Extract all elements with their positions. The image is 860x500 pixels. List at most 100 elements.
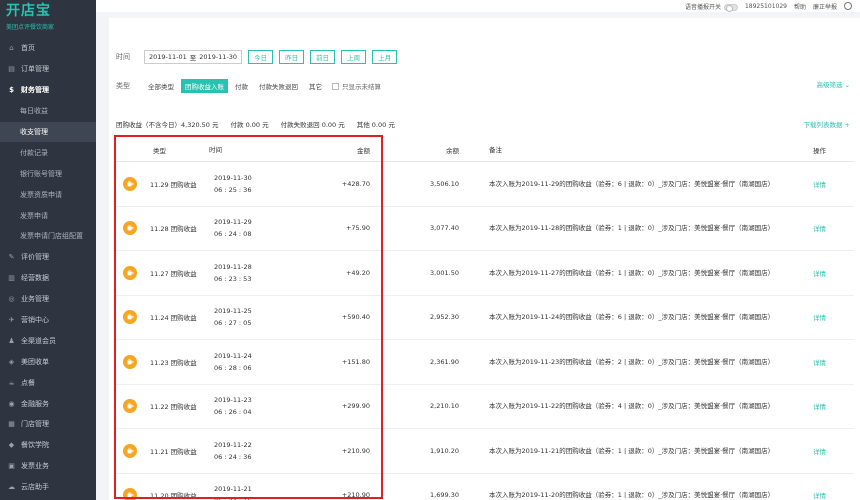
row-time: 2019-11-23 06 : 26 : 04 <box>204 394 309 418</box>
row-detail-link[interactable]: 详情 <box>774 179 854 189</box>
sidebar-item-financial-service[interactable]: ◉ 金融服务 <box>0 393 96 414</box>
header-time: 时间 <box>209 145 222 154</box>
row-type: 11.20 团购收益 <box>150 492 197 500</box>
sidebar-subitem[interactable]: 发票申请门店组配置 <box>0 226 96 247</box>
marketing-icon: ✈ <box>8 316 15 325</box>
row-balance: 2,952.30 <box>430 313 459 322</box>
row-note: 本次入账为2019-11-22的团购收益（验券：4 | 退款：0）_涉及门店：美… <box>489 402 775 411</box>
detail-link-text[interactable]: 详情 <box>813 314 826 322</box>
coffee-cup-icon <box>123 488 137 500</box>
date-range-picker[interactable]: 2019-11-01 至 2019-11-30 <box>144 50 243 64</box>
quick-date-button[interactable]: 前日 <box>310 50 336 64</box>
row-detail-link[interactable]: 详情 <box>774 357 854 367</box>
type-option[interactable]: 全部类型 <box>144 79 178 93</box>
account-phone[interactable]: 18925101029 <box>745 3 787 10</box>
summary-bar: 团购收益（不含今日）4,320.50 元 付款 0.00 元 付款失败退回 0.… <box>116 119 395 129</box>
row-detail-link[interactable]: 详情 <box>774 401 854 411</box>
detail-link-text[interactable]: 详情 <box>813 448 826 456</box>
avatar[interactable] <box>844 2 852 10</box>
sidebar-item-cloud[interactable]: ☁ 云店助手 <box>0 477 96 498</box>
logo[interactable]: 开店宝 <box>6 3 96 19</box>
sidebar-item-ordering[interactable]: ☕ 点餐 <box>0 372 96 393</box>
sidebar-item-order[interactable]: ▤ 订单管理 <box>0 59 96 80</box>
sidebar-item-invoice[interactable]: ▣ 发票业务 <box>0 456 96 477</box>
sidebar-item-label: 全渠道会员 <box>21 336 56 345</box>
summary-other: 其他 0.00 元 <box>356 121 395 129</box>
row-amount: +49.20 <box>345 268 370 277</box>
sidebar-item-academy[interactable]: ◆ 餐饮学院 <box>0 435 96 456</box>
sidebar-item-business[interactable]: ◎ 业务管理 <box>0 289 96 310</box>
coffee-cup-icon <box>123 221 137 236</box>
row-icon-cell <box>116 310 144 325</box>
sidebar-subitem[interactable]: 每日收益 <box>0 101 96 122</box>
detail-link-text[interactable]: 详情 <box>813 270 826 278</box>
only-unsettled-checkbox[interactable]: 只显示未结算 <box>332 81 381 91</box>
row-time: 2019-11-30 06 : 25 : 36 <box>204 172 309 196</box>
main-panel: 时间 2019-11-01 至 2019-11-30 今日 昨日 前日 上周 上月 类型… <box>109 18 860 500</box>
sidebar-item-label: 餐饮学院 <box>21 441 49 450</box>
row-date: 2019-11-21 <box>214 485 252 494</box>
sidebar-item-label: 评价管理 <box>21 253 49 262</box>
row-clock: 06 : 23 : 53 <box>214 274 252 283</box>
row-balance: 1,699.30 <box>430 491 459 500</box>
detail-link-text[interactable]: 详情 <box>813 492 826 500</box>
row-detail-link[interactable]: 详情 <box>774 446 854 456</box>
sidebar-item-data[interactable]: ▥ 经营数据 <box>0 268 96 289</box>
report-link[interactable]: 廉正举报 <box>813 2 837 11</box>
sidebar-item-home[interactable]: ⌂ 首页 <box>0 38 96 59</box>
sidebar-item-finance[interactable]: $ 财务管理 <box>0 80 96 101</box>
sidebar-item-acquiring[interactable]: ◈ 美团收单 <box>0 351 96 372</box>
checkbox-box[interactable] <box>332 82 339 90</box>
download-list-link[interactable]: 下载列表数据 + <box>803 119 850 129</box>
help-link[interactable]: 帮助 <box>794 2 806 11</box>
type-option[interactable]: 付款 <box>231 79 252 93</box>
sidebar-item-review[interactable]: ✎ 评价管理 <box>0 247 96 268</box>
detail-link-text[interactable]: 详情 <box>813 225 826 233</box>
row-note: 本次入账为2019-11-23的团购收益（验券：2 | 退款：0）_涉及门店：美… <box>489 357 775 366</box>
advanced-filter-link[interactable]: 高级筛选 ⌄ <box>816 79 850 89</box>
summary-payment: 付款 0.00 元 <box>230 121 269 129</box>
time-label: 时间 <box>116 53 130 61</box>
sidebar-item-marketing[interactable]: ✈ 营销中心 <box>0 310 96 331</box>
detail-link-text[interactable]: 详情 <box>813 359 826 367</box>
sidebar-item-label: 首页 <box>21 44 35 53</box>
sidebar-item-store[interactable]: ▦ 门店管理 <box>0 414 96 435</box>
type-filter: 类型 全部类型 团购收益入账 付款 付款失败退回 其它 只显示未结算 <box>116 79 381 93</box>
row-type: 11.22 团购收益 <box>150 403 197 412</box>
row-detail-link[interactable]: 详情 <box>774 223 854 233</box>
quick-date-button[interactable]: 昨日 <box>279 50 305 64</box>
detail-link-text[interactable]: 详情 <box>813 181 826 189</box>
header-note: 备注 <box>489 145 502 154</box>
quick-date-button[interactable]: 上周 <box>341 50 367 64</box>
quick-date-button[interactable]: 今日 <box>248 50 274 64</box>
sidebar-item-member[interactable]: ♟ 全渠道会员 <box>0 330 96 351</box>
row-note: 本次入账为2019-11-24的团购收益（验券：6 | 退款：0）_涉及门店：美… <box>489 313 775 322</box>
coffee-cup-icon <box>123 443 137 458</box>
sidebar-item-label: 点餐 <box>21 378 35 387</box>
row-balance: 3,077.40 <box>430 224 459 233</box>
detail-link-text[interactable]: 详情 <box>813 403 826 411</box>
sidebar-item-label: 云店助手 <box>21 483 49 492</box>
cloud-icon: ☁ <box>8 483 15 492</box>
row-balance: 1,910.20 <box>430 446 459 455</box>
sidebar-subitem[interactable]: 银行账号管理 <box>0 163 96 184</box>
type-option[interactable]: 付款失败退回 <box>255 79 302 93</box>
sidebar-subitem[interactable]: 收支管理 <box>0 121 96 143</box>
row-time: 2019-11-25 06 : 27 : 05 <box>204 305 309 329</box>
row-detail-link[interactable]: 详情 <box>774 268 854 278</box>
sidebar-subitem[interactable]: 发票资质申请 <box>0 184 96 205</box>
row-date: 2019-11-24 <box>214 351 252 360</box>
row-detail-link[interactable]: 详情 <box>774 312 854 322</box>
type-option[interactable]: 其它 <box>305 79 326 93</box>
row-detail-link[interactable]: 详情 <box>774 490 854 500</box>
type-option[interactable]: 团购收益入账 <box>181 79 228 93</box>
row-note: 本次入账为2019-11-21的团购收益（验券：1 | 退款：0）_涉及门店：美… <box>489 446 775 455</box>
row-clock: 06 : 24 : 16 <box>214 495 309 500</box>
sidebar-subitem[interactable]: 发票申请 <box>0 205 96 226</box>
header-op: 操作 <box>813 146 826 155</box>
row-icon-cell <box>116 488 144 500</box>
table-row: 11.29 团购收益 2019-11-30 06 : 25 : 36 +428.70 3… <box>116 162 854 207</box>
sidebar-subitem[interactable]: 付款记录 <box>0 142 96 163</box>
voice-toggle[interactable] <box>723 3 738 12</box>
quick-date-button[interactable]: 上月 <box>372 50 398 64</box>
